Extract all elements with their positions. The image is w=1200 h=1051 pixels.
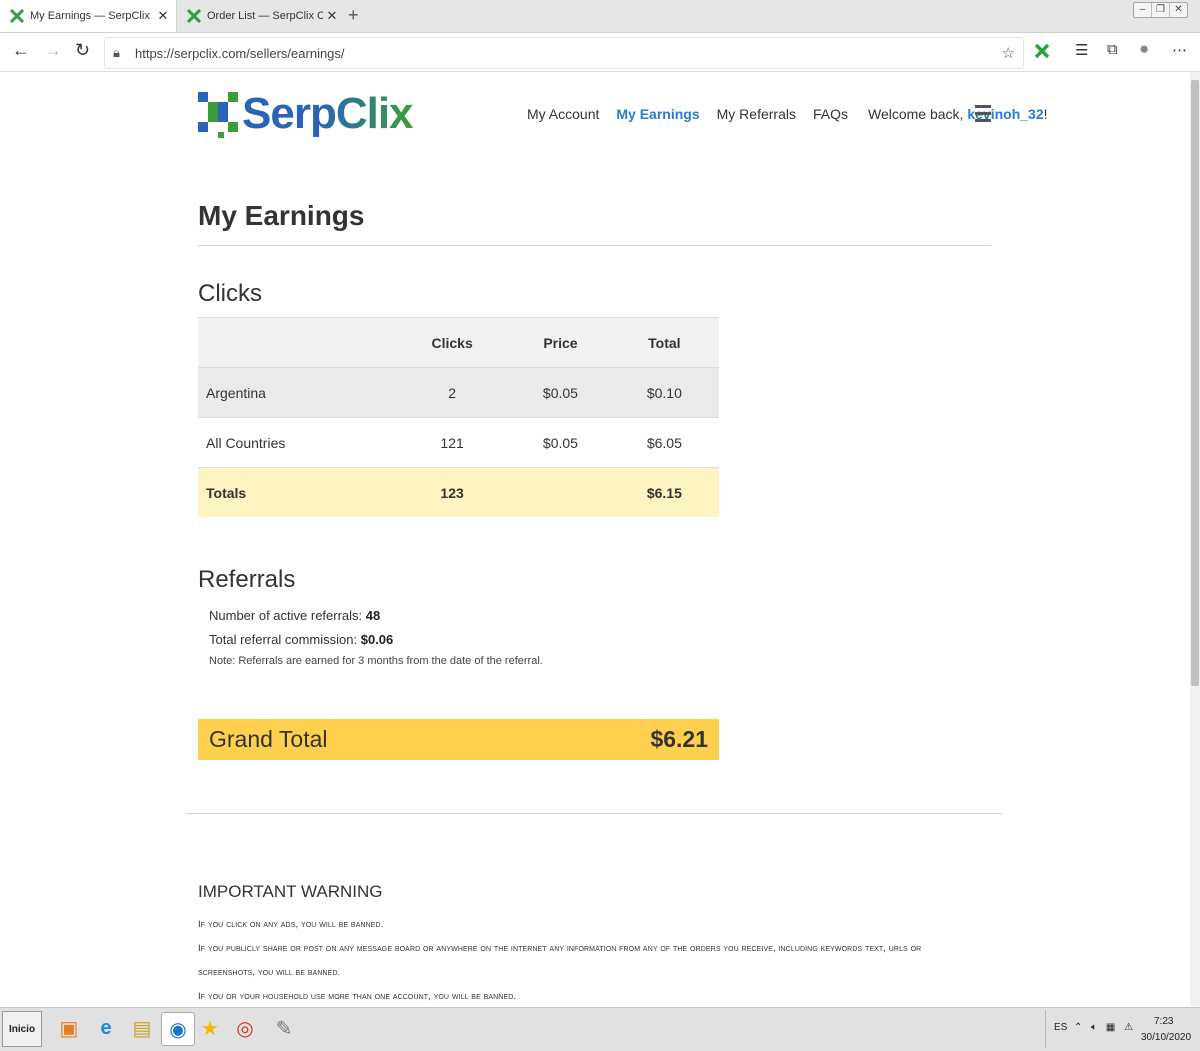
column-header-price: Price xyxy=(543,334,578,351)
serpclix-favicon-icon xyxy=(10,9,24,23)
divider xyxy=(198,245,991,246)
serpclix-favicon-icon xyxy=(187,9,201,23)
logo-mark-icon xyxy=(198,92,238,138)
totals-clicks: 123 xyxy=(440,484,464,501)
warning-title: IMPORTANT WARNING xyxy=(198,882,383,901)
grand-total-label: Grand Total xyxy=(209,726,328,752)
address-bar: ← → ↻ 🔒︎ https://serpclix.com/sellers/ea… xyxy=(0,33,1200,72)
nav-my-earnings[interactable]: My Earnings xyxy=(616,106,699,122)
welcome-prefix: Welcome back, xyxy=(868,106,964,122)
tab-my-earnings[interactable]: My Earnings — SerpClix ✕ xyxy=(0,0,177,32)
warning-line: If you click on any ads, you will be ban… xyxy=(198,919,384,930)
grand-total-value: $6.21 xyxy=(650,726,708,752)
close-tab-icon[interactable]: ✕ xyxy=(323,8,341,24)
country-cell: Argentina xyxy=(206,384,266,401)
tab-title: Order List — SerpClix ClickSense xyxy=(207,10,323,22)
nav-my-referrals[interactable]: My Referrals xyxy=(717,106,796,122)
divider xyxy=(187,813,1002,814)
logo-text: SerpClix xyxy=(242,89,414,138)
grand-total-bar: Grand Total $6.21 xyxy=(198,719,719,760)
totals-label: Totals xyxy=(206,484,247,501)
clicks-table: Clicks Price Total Argentina 2 $0.05 $0.… xyxy=(198,317,719,517)
start-label: Inicio xyxy=(8,1023,36,1035)
country-cell: All Countries xyxy=(206,434,286,451)
page-scrollbar[interactable] xyxy=(1190,72,1200,1006)
scrollbar-thumb[interactable] xyxy=(1191,80,1199,686)
tab-order-list[interactable]: Order List — SerpClix ClickSense ✕ xyxy=(177,0,345,32)
close-window-icon[interactable]: ✕ xyxy=(1170,3,1187,17)
warning-line: If you or your household use more than o… xyxy=(198,991,517,1002)
total-cell: $0.10 xyxy=(646,384,682,401)
referral-commission-label: Total referral commission: xyxy=(209,632,358,647)
active-referrals-value: 48 xyxy=(365,608,381,623)
total-cell: $6.05 xyxy=(646,434,682,451)
lock-icon: 🔒︎ xyxy=(113,45,120,60)
favorite-star-icon[interactable]: ☆ xyxy=(1002,44,1015,62)
active-referrals: Number of active referrals: 48 xyxy=(209,608,380,623)
welcome-message: Welcome back, kevinoh_32! xyxy=(868,106,1048,122)
os-taskbar: Inicio ▣ e ▤ ◉ ★ ◎ ✎ ES ⌃ 🔈︎ ▦ ⚠︎ 7:23 3… xyxy=(0,1007,1200,1051)
back-arrow-icon[interactable]: ← xyxy=(12,40,30,61)
table-header-row: Clicks Price Total xyxy=(198,317,719,368)
new-tab-icon[interactable]: + xyxy=(348,5,359,26)
paint-icon[interactable]: ✎ xyxy=(268,1012,300,1044)
file-explorer-icon[interactable]: ▤ xyxy=(126,1012,158,1044)
nav-faqs[interactable]: FAQs xyxy=(813,106,848,122)
totals-price xyxy=(511,468,610,518)
chrome-icon[interactable]: ◎ xyxy=(229,1012,261,1044)
referral-commission-value: $0.06 xyxy=(360,632,394,647)
table-row: Argentina 2 $0.05 $0.10 xyxy=(198,367,719,418)
favorites-icon[interactable]: ☰ xyxy=(1075,41,1088,59)
main-nav: My Account My Earnings My Referrals FAQs… xyxy=(527,106,1048,122)
clock-date: 30/10/2020 xyxy=(1141,1032,1192,1043)
price-cell: $0.05 xyxy=(542,384,578,401)
profile-avatar-icon[interactable]: ● xyxy=(1139,39,1149,59)
hamburger-menu-icon[interactable] xyxy=(975,105,991,126)
start-button[interactable]: Inicio xyxy=(2,1011,42,1047)
url-text: https://serpclix.com/sellers/earnings/ xyxy=(135,46,345,61)
page-title: My Earnings xyxy=(198,200,365,231)
clicks-section-title: Clicks xyxy=(198,280,262,307)
forward-arrow-icon[interactable]: → xyxy=(44,40,62,61)
serpclix-extension-icon[interactable] xyxy=(1034,43,1050,59)
media-player-icon[interactable]: ▣ xyxy=(53,1012,85,1044)
language-indicator[interactable]: ES xyxy=(1054,1022,1067,1033)
clicks-cell: 121 xyxy=(440,434,464,451)
active-referrals-label: Number of active referrals: xyxy=(209,608,363,623)
favorites-star-icon[interactable]: ★ xyxy=(194,1012,226,1044)
collections-icon[interactable]: ⧉ xyxy=(1107,41,1118,58)
browser-tab-bar: My Earnings — SerpClix ✕ Order List — Se… xyxy=(0,0,1200,33)
restore-icon[interactable]: ❐ xyxy=(1152,3,1170,17)
price-cell: $0.05 xyxy=(542,434,578,451)
more-menu-icon[interactable]: ⋯ xyxy=(1172,41,1187,59)
column-header-total: Total xyxy=(648,334,681,351)
column-header-clicks: Clicks xyxy=(431,334,473,351)
system-tray: ES ⌃ 🔈︎ ▦ ⚠︎ 7:23 30/10/2020 xyxy=(1045,1010,1200,1048)
welcome-suffix: ! xyxy=(1043,106,1048,122)
tray-icons[interactable]: ⌃ 🔈︎ ▦ ⚠︎ xyxy=(1074,1022,1136,1033)
table-row: All Countries 121 $0.05 $6.05 xyxy=(198,418,719,468)
refresh-icon[interactable]: ↻ xyxy=(75,40,90,61)
tab-title: My Earnings — SerpClix xyxy=(30,10,150,22)
warning-line: screenshots, you will be banned. xyxy=(198,967,341,978)
totals-row: Totals 123 $6.15 xyxy=(198,467,719,518)
referrals-section-title: Referrals xyxy=(198,566,296,593)
referrals-note: Note: Referrals are earned for 3 months … xyxy=(209,655,543,667)
totals-total: $6.15 xyxy=(646,484,682,501)
internet-explorer-icon[interactable]: e xyxy=(90,1012,122,1044)
referral-commission: Total referral commission: $0.06 xyxy=(209,632,393,647)
window-controls: – ❐ ✕ xyxy=(1133,2,1188,18)
url-field[interactable]: 🔒︎ https://serpclix.com/sellers/earnings… xyxy=(104,37,1024,69)
minimize-icon[interactable]: – xyxy=(1134,3,1152,17)
warning-line: If you publicly share or post on any mes… xyxy=(198,943,922,954)
nav-my-account[interactable]: My Account xyxy=(527,106,599,122)
column-header-country xyxy=(198,318,393,368)
clock-time: 7:23 xyxy=(1154,1016,1174,1027)
edge-browser-icon[interactable]: ◉ xyxy=(161,1012,195,1046)
clicks-cell: 2 xyxy=(448,384,456,401)
close-tab-icon[interactable]: ✕ xyxy=(154,8,172,24)
serpclix-logo[interactable]: SerpClix xyxy=(198,88,414,140)
